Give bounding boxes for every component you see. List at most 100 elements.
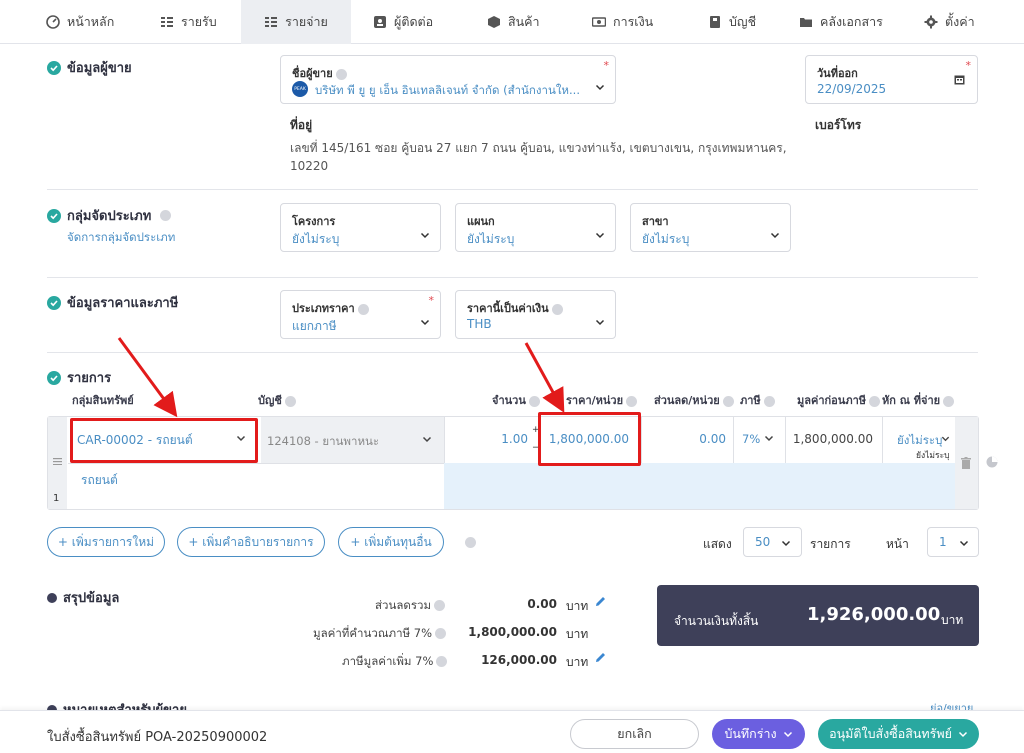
pie-chart-icon[interactable] — [986, 456, 998, 468]
highlight-box-price — [538, 412, 641, 466]
nav-accounting[interactable]: บัญชี — [708, 0, 756, 44]
tax-select[interactable]: 7% — [742, 432, 760, 446]
pencil-icon[interactable] — [594, 651, 607, 664]
page-select[interactable]: 1 — [927, 527, 979, 557]
nav-contacts-label: ผู้ติดต่อ — [394, 14, 434, 29]
discount-input[interactable]: 0.00 — [648, 432, 726, 446]
nav-home[interactable]: หน้าหลัก — [46, 0, 114, 44]
currency-value: THB — [467, 317, 492, 331]
grand-total-panel: จำนวนเงินทั้งสิ้น 1,926,000.00 บาท — [657, 585, 979, 646]
issue-date-field[interactable]: * วันที่ออก 22/09/2025 — [805, 55, 978, 104]
nav-documents[interactable]: คลังเอกสาร — [799, 0, 883, 44]
manage-classification-link[interactable]: จัดการกลุ่มจัดประเภท — [67, 229, 175, 247]
accounting-book-icon — [710, 16, 720, 28]
chevron-down-icon[interactable] — [941, 434, 950, 443]
check-circle-icon — [47, 370, 61, 385]
contacts-icon — [374, 16, 386, 28]
price-type-label: ประเภทราคา — [292, 299, 369, 317]
nav-settings-label: ตั้งค่า — [945, 14, 975, 29]
col-header-price: ราคา/หน่วย — [566, 391, 638, 409]
grand-total-label: จำนวนเงินทั้งสิ้น — [674, 614, 759, 628]
address-line2: 10220 — [290, 159, 329, 173]
top-navigation: หน้าหลัก รายรับ รายจ่าย ผู้ติดต่อ สินค้า… — [0, 0, 1024, 44]
add-description-button[interactable]: + เพิ่มคำอธิบายรายการ — [177, 527, 325, 557]
withholding-sub: ยังไม่ระบุ — [916, 451, 950, 461]
approve-button[interactable]: อนุมัติใบสั่งซื้อสินทรัพย์ — [818, 719, 979, 749]
qty-input[interactable]: 1.00 — [468, 432, 528, 446]
help-icon — [434, 600, 446, 611]
vat-value: 126,000.00 — [481, 653, 557, 667]
add-item-button[interactable]: + เพิ่มรายการใหม่ — [47, 527, 165, 557]
save-draft-button[interactable]: บันทึกร่าง — [712, 719, 805, 749]
approve-label: อนุมัติใบสั่งซื้อสินทรัพย์ — [829, 726, 952, 741]
folder-icon — [800, 18, 812, 27]
vendor-name-field[interactable]: * ชื่อผู้ขาย PEAK บริษัท พี ยู ยู เอ็น อ… — [280, 55, 616, 104]
row-handle[interactable]: 1 — [48, 417, 67, 509]
price-type-value: แยกภาษี — [292, 319, 337, 333]
cancel-button[interactable]: ยกเลิก — [570, 719, 699, 749]
nav-finance[interactable]: การเงิน — [592, 0, 653, 44]
vat-label: ภาษีมูลค่าเพิ่ม 7% — [342, 653, 448, 671]
asset-group-select[interactable]: CAR-00002 - รถยนต์ — [77, 431, 193, 450]
help-icon — [436, 656, 448, 667]
add-other-cost-button[interactable]: + เพิ่มต้นทุนอื่น — [338, 527, 444, 557]
trash-icon[interactable] — [961, 457, 971, 469]
nav-home-label: หน้าหลัก — [67, 14, 115, 29]
branch-select[interactable]: สาขา ยังไม่ระบุ — [630, 203, 791, 252]
nav-income[interactable]: รายรับ — [160, 0, 217, 44]
branch-value: ยังไม่ระบุ — [642, 232, 690, 246]
col-header-group: กลุ่มสินทรัพย์ — [72, 394, 134, 407]
col-header-account: บัญชี — [258, 391, 296, 409]
project-label: โครงการ — [292, 215, 336, 228]
vendor-name-label: ชื่อผู้ขาย — [292, 64, 347, 82]
income-list-icon — [161, 17, 173, 27]
chevron-down-icon — [781, 540, 791, 547]
project-select[interactable]: โครงการ ยังไม่ระบุ — [280, 203, 441, 252]
page-size-value: 50 — [755, 535, 771, 549]
taxable-amount-label: มูลค่าที่คำนวณภาษี 7% — [313, 625, 447, 643]
project-value: ยังไม่ระบุ — [292, 232, 340, 246]
chevron-down-icon[interactable] — [236, 433, 246, 443]
nav-income-label: รายรับ — [181, 14, 217, 29]
nav-settings[interactable]: ตั้งค่า — [924, 0, 975, 44]
help-icon — [528, 395, 540, 407]
nav-expense[interactable]: รายจ่าย — [241, 0, 351, 44]
summary-section-title: สรุปข้อมูล — [47, 587, 119, 608]
currency-unit: บาท — [566, 655, 589, 669]
nav-products-label: สินค้า — [508, 14, 540, 29]
department-label: แผนก — [467, 215, 495, 228]
help-icon — [763, 395, 775, 407]
item-description[interactable]: รถยนต์ — [81, 471, 118, 490]
total-discount-label: ส่วนลดรวม — [375, 597, 446, 615]
nav-documents-label: คลังเอกสาร — [820, 14, 883, 29]
total-discount-value: 0.00 — [527, 597, 557, 611]
issue-date-value: 22/09/2025 — [817, 82, 887, 96]
page-label: หน้า — [886, 537, 909, 551]
row-actions — [955, 417, 978, 509]
page-size-select[interactable]: 50 — [743, 527, 802, 557]
pricing-section-label: ข้อมูลราคาและภาษี — [67, 296, 179, 311]
col-header-withholding: หัก ณ ที่จ่าย — [882, 391, 955, 409]
chevron-down-icon — [783, 731, 792, 738]
department-select[interactable]: แผนก ยังไม่ระบุ — [455, 203, 616, 252]
grand-total-value: 1,926,000.00 — [807, 604, 941, 625]
pencil-icon[interactable] — [594, 595, 607, 608]
vendor-name-value: บริษัท พี ยู ยู เอ็น อินเทลลิเจนท์ จำกัด… — [315, 83, 580, 97]
chevron-down-icon[interactable] — [764, 433, 774, 443]
help-icon — [335, 68, 347, 80]
branch-label: สาขา — [642, 215, 669, 228]
nav-products[interactable]: สินค้า — [487, 0, 540, 44]
description-extra-area — [444, 463, 955, 509]
help-icon — [626, 395, 638, 407]
items-section-label: รายการ — [67, 371, 112, 386]
nav-contacts[interactable]: ผู้ติดต่อ — [373, 0, 433, 44]
account-value: 124108 - ยานพาหนะ — [267, 434, 380, 448]
dashboard-icon — [46, 15, 60, 29]
price-type-select[interactable]: * ประเภทราคา แยกภาษี — [280, 290, 441, 339]
account-cell[interactable]: 124108 - ยานพาหนะ — [261, 417, 444, 463]
chevron-down-icon — [770, 232, 780, 239]
vendor-logo-avatar: PEAK — [292, 81, 308, 97]
row-number: 1 — [53, 493, 60, 504]
taxable-amount-value: 1,800,000.00 — [468, 625, 557, 639]
currency-select[interactable]: ราคานี้เป็นค่าเงิน THB — [455, 290, 616, 339]
